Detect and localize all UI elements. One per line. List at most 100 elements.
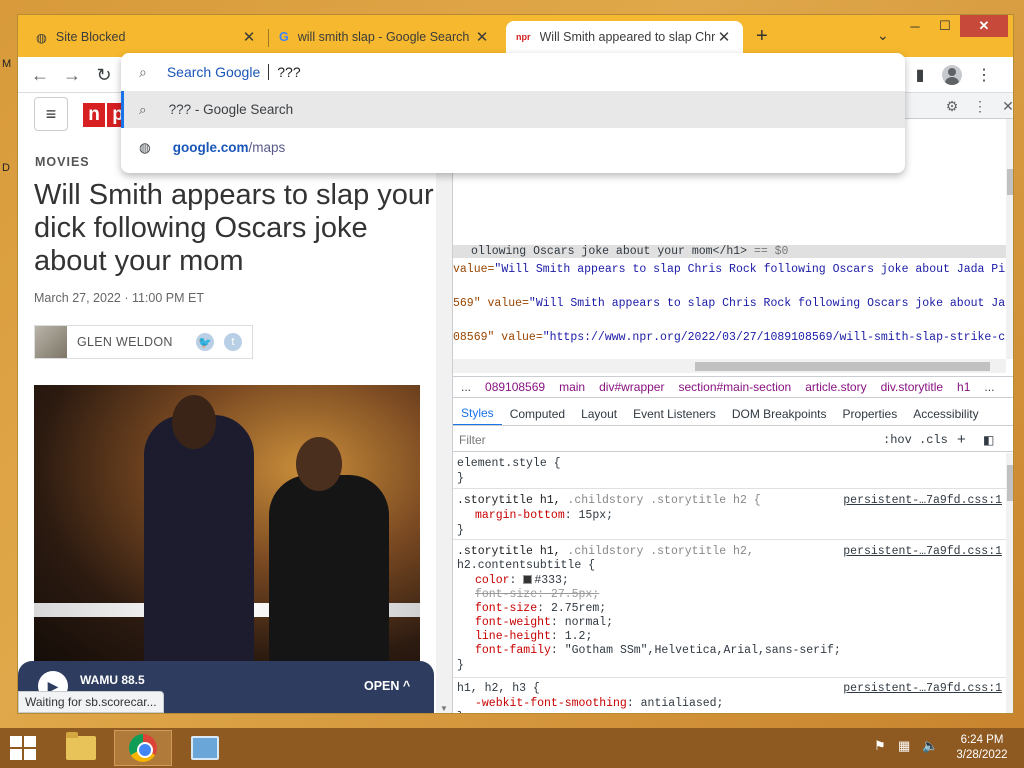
maximize-button[interactable]: ☐	[930, 15, 960, 37]
author-name[interactable]: GLEN WELDON	[77, 335, 196, 349]
omnibox-keyword: Search Google	[166, 64, 261, 80]
open-player-button[interactable]: OPEN ^	[364, 679, 410, 693]
globe-icon: ◍	[36, 30, 47, 45]
tab-dom-breakpoints[interactable]: DOM Breakpoints	[724, 402, 835, 425]
menu-kebab-icon[interactable]: ⋮	[972, 63, 996, 87]
chrome-taskbar-button[interactable]	[114, 730, 172, 766]
network-icon[interactable]: ▦	[898, 738, 910, 754]
dom-line[interactable]: value="Will Smith appears to slap Chris …	[453, 263, 1006, 276]
page-scrollbar[interactable]: ▲ ▼	[436, 93, 452, 713]
tab-close-icon[interactable]: ✕	[240, 28, 258, 46]
style-rule: .storytitle h1, .childstory .storytitle …	[453, 540, 1006, 678]
tab-computed[interactable]: Computed	[502, 402, 573, 425]
tab-site-blocked[interactable]: ◍ Site Blocked ✕	[26, 21, 268, 53]
color-swatch[interactable]	[523, 575, 533, 584]
dom-line[interactable]: 08569" value="https://www.npr.org/2022/0…	[453, 331, 1006, 344]
breadcrumb-item[interactable]: ...	[461, 380, 471, 394]
tab-layout[interactable]: Layout	[573, 402, 625, 425]
new-rule-plus-icon[interactable]: +	[957, 431, 966, 448]
breadcrumb-item[interactable]: div#wrapper	[599, 380, 664, 394]
breadcrumb-item[interactable]: section#main-section	[678, 380, 791, 394]
breadcrumb-item[interactable]: 089108569	[485, 380, 545, 394]
rule-source-link[interactable]: persistent-…7a9fd.css:1	[843, 682, 1002, 695]
dom-scrollbar[interactable]	[1006, 119, 1013, 359]
dom-line-selected[interactable]: ollowing Oscars joke about your mom</h1>…	[453, 245, 1006, 258]
back-button[interactable]: ←	[28, 63, 52, 87]
rule-source-link[interactable]: persistent-…7a9fd.css:1	[843, 494, 1002, 507]
styles-filter-bar: Filter :hov .cls + ◧	[453, 428, 1013, 452]
style-declaration[interactable]: font-family: "Gotham SSm",Helvetica,Aria…	[475, 644, 841, 657]
hover-state-toggle[interactable]: :hov	[883, 433, 912, 447]
settings-gear-icon[interactable]: ⚙	[943, 97, 961, 115]
tumblr-icon[interactable]: t	[224, 333, 242, 351]
side-panel-icon[interactable]: ▮	[908, 63, 932, 87]
style-declaration[interactable]: line-height: 1.2;	[475, 630, 592, 643]
section-slug[interactable]: MOVIES	[35, 155, 90, 169]
tab-close-icon[interactable]: ✕	[473, 28, 491, 46]
rule-source-link[interactable]: persistent-…7a9fd.css:1	[843, 545, 1002, 558]
breadcrumb-item[interactable]: ...	[984, 380, 994, 394]
style-declaration[interactable]: -webkit-font-smoothing: antialiased;	[475, 697, 723, 710]
browser-window: ◍ Site Blocked ✕ G will smith slap - Goo…	[17, 14, 1014, 714]
twitter-icon[interactable]: 🐦	[196, 333, 214, 351]
system-clock[interactable]: 6:24 PM 3/28/2022	[948, 733, 1016, 763]
action-center-flag-icon[interactable]: ⚑	[874, 738, 886, 754]
address-bar[interactable]: ⌕ Search Google ???	[121, 53, 905, 91]
style-declaration-overridden[interactable]: font-size: 27.5px;	[475, 588, 599, 601]
style-declaration[interactable]: color: #333;	[475, 574, 569, 587]
tab-title: Site Blocked	[55, 30, 126, 44]
tab-event-listeners[interactable]: Event Listeners	[625, 402, 724, 425]
breadcrumb-item[interactable]: article.story	[805, 380, 866, 394]
breadcrumb-item[interactable]: main	[559, 380, 585, 394]
profile-button[interactable]	[940, 63, 964, 87]
filter-input[interactable]: Filter	[459, 433, 486, 447]
tab-strip: ◍ Site Blocked ✕ G will smith slap - Goo…	[18, 15, 1013, 57]
devtools-panel: ⚙ ⋮ ✕ ollowing Oscars joke about your mo…	[452, 93, 1013, 713]
style-declaration[interactable]: font-size: 2.75rem;	[475, 602, 606, 615]
control-panel-icon	[191, 736, 219, 760]
tab-close-icon[interactable]: ✕	[715, 28, 733, 46]
desktop-icon-label: D	[2, 162, 10, 174]
forward-button[interactable]: →	[60, 63, 84, 87]
devtools-kebab-icon[interactable]: ⋮	[971, 97, 989, 115]
computed-sidebar-toggle-icon[interactable]: ◧	[983, 433, 994, 447]
suggestion-text: ??? - Google Search	[168, 102, 294, 117]
styles-scrollbar[interactable]	[1006, 453, 1013, 713]
reload-button[interactable]: ↻	[92, 63, 116, 87]
omnibox-suggestion[interactable]: ⌕ ??? - Google Search	[121, 91, 905, 128]
element-breadcrumb: ... 089108569 main div#wrapper section#m…	[453, 376, 1013, 398]
style-declaration[interactable]: font-weight: normal;	[475, 616, 613, 629]
tab-google-search[interactable]: G will smith slap - Google Search ✕	[269, 21, 501, 53]
avatar	[942, 65, 962, 85]
start-button[interactable]	[10, 736, 36, 760]
omnibox-query[interactable]: ???	[277, 64, 300, 80]
class-toggle[interactable]: .cls	[919, 433, 948, 447]
close-window-button[interactable]: ✕	[960, 15, 1008, 37]
byline: GLEN WELDON 🐦 t	[34, 325, 253, 359]
dom-horizontal-scrollbar[interactable]	[453, 359, 1006, 373]
tab-npr-article[interactable]: npr Will Smith appeared to slap Chris ✕	[506, 21, 743, 53]
rule-selector: h1, h2, h3 {	[457, 682, 540, 695]
control-panel-taskbar-button[interactable]	[176, 730, 234, 766]
search-icon: ⌕	[139, 101, 147, 117]
rule-selector: element.style {	[457, 457, 561, 470]
tab-search-chevron-icon[interactable]: ⌄	[877, 27, 889, 44]
suggestion-url: google.com/maps	[172, 140, 286, 155]
status-bubble: Waiting for sb.scorecar...	[18, 691, 164, 713]
tab-properties[interactable]: Properties	[835, 402, 906, 425]
tab-accessibility[interactable]: Accessibility	[905, 402, 986, 425]
devtools-close-icon[interactable]: ✕	[999, 97, 1013, 115]
dom-line[interactable]: 569" value="Will Smith appears to slap C…	[453, 297, 1006, 310]
hamburger-menu-button[interactable]: ≡	[34, 97, 68, 131]
style-declaration[interactable]: margin-bottom: 15px;	[475, 509, 613, 522]
volume-muted-icon[interactable]: 🔈	[922, 738, 938, 754]
station-name: WAMU 88.5	[80, 673, 145, 687]
breadcrumb-item[interactable]: div.storytitle	[881, 380, 943, 394]
minimize-button[interactable]: ─	[900, 15, 930, 37]
new-tab-button[interactable]: +	[756, 25, 768, 48]
file-explorer-taskbar-button[interactable]	[52, 730, 110, 766]
omnibox-suggestion[interactable]: ◍ google.com/maps	[121, 129, 905, 166]
breadcrumb-item[interactable]: h1	[957, 380, 970, 394]
clock-time: 6:24 PM	[960, 734, 1004, 746]
tab-styles[interactable]: Styles	[453, 402, 502, 425]
